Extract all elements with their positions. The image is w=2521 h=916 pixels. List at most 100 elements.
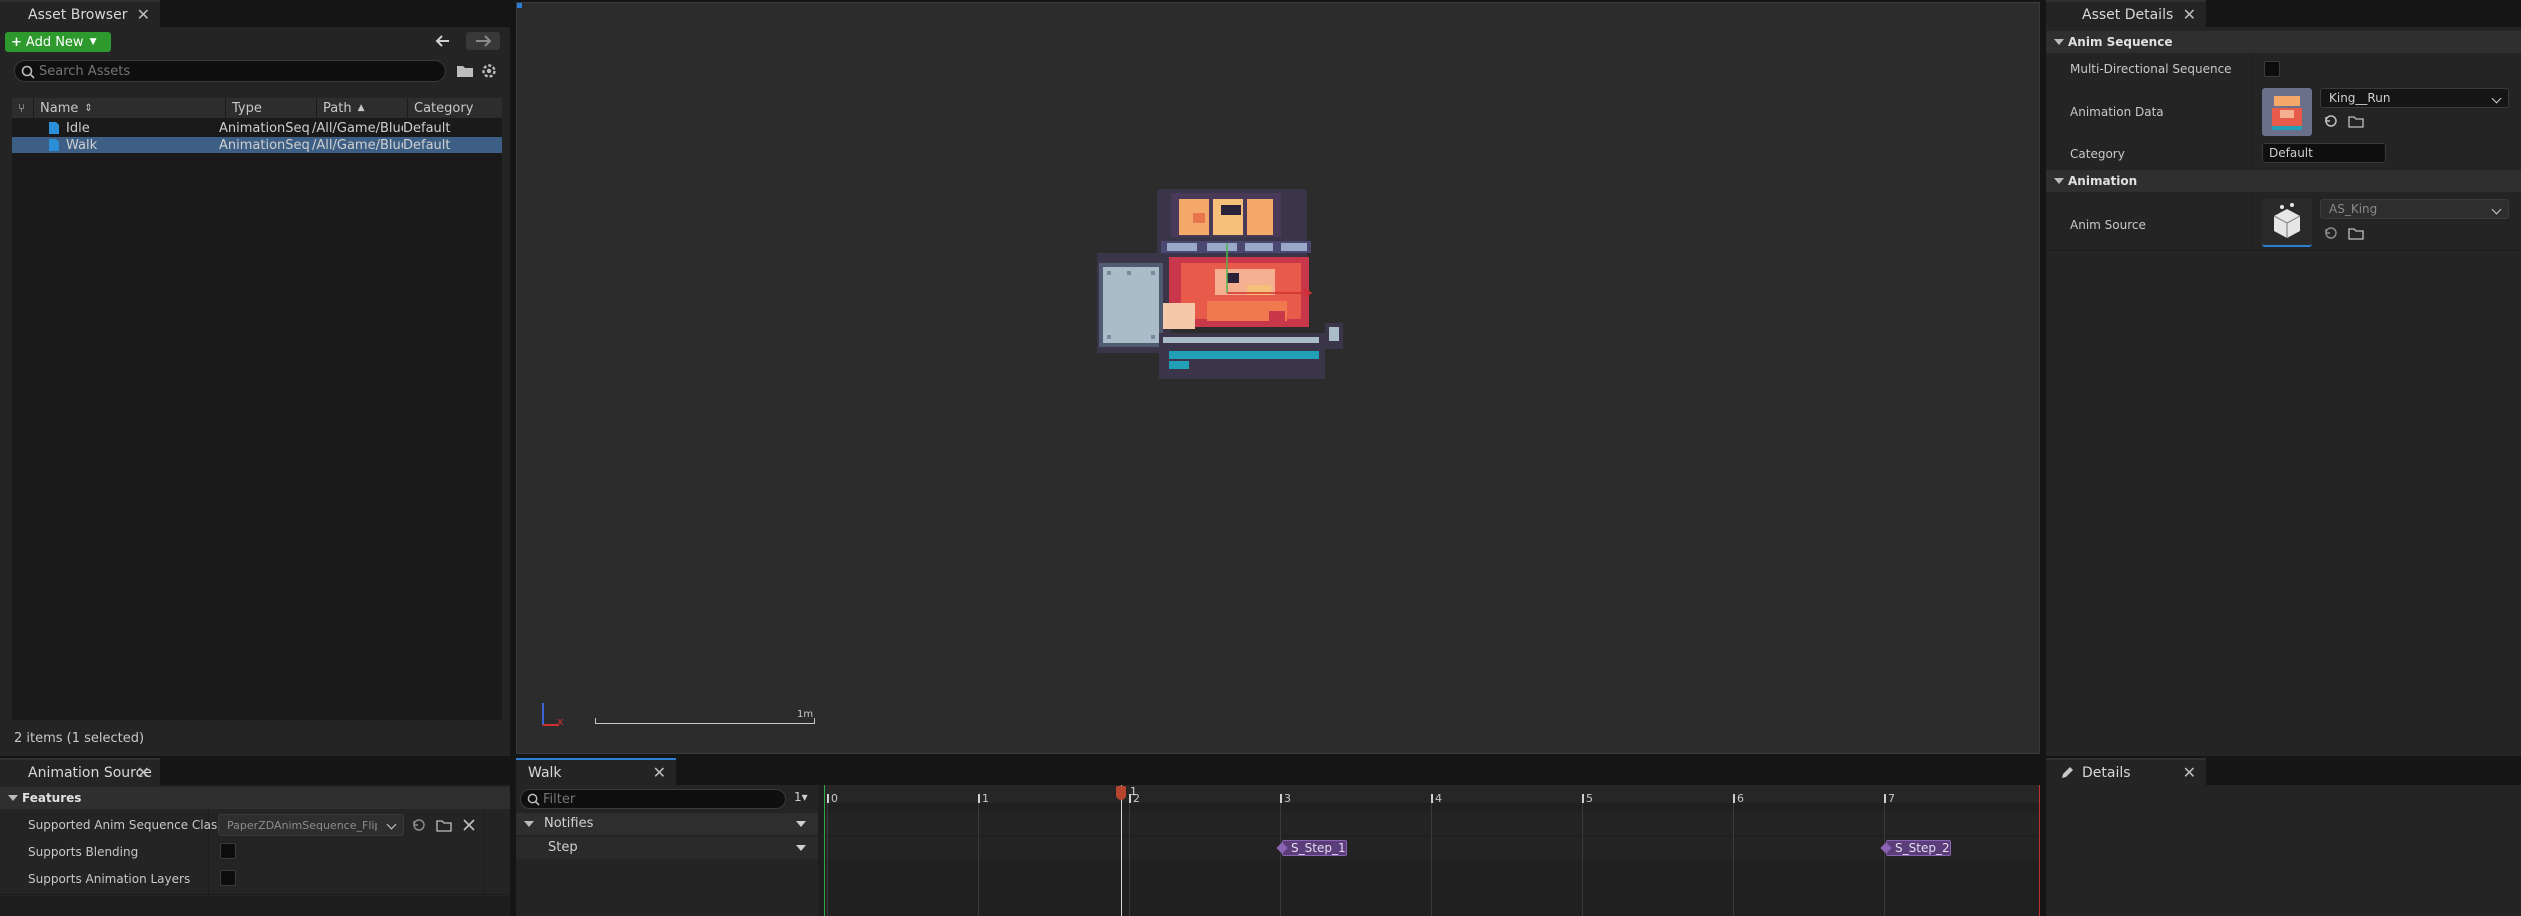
start-marker xyxy=(824,785,825,916)
section-anim-sequence[interactable]: Anim Sequence xyxy=(2046,31,2521,53)
reset-arrow-icon[interactable] xyxy=(2324,114,2338,128)
track-step[interactable]: Step xyxy=(516,837,818,859)
section-animation[interactable]: Animation xyxy=(2046,170,2521,192)
ruler-tick xyxy=(1280,794,1282,803)
row-type: AnimationSequence xyxy=(219,120,310,136)
row-divider xyxy=(0,894,510,895)
browse-folder-icon[interactable] xyxy=(436,818,452,832)
track-label: Step xyxy=(548,840,578,855)
reset-arrow-icon[interactable] xyxy=(2324,226,2338,240)
anim-source-label: Anim Source xyxy=(2070,218,2146,232)
ruler-tick-label: 4 xyxy=(1435,792,1442,805)
timeline-area[interactable]: 01234567 1 S_Step_1 S_Step_2 xyxy=(824,785,2040,916)
add-track-button[interactable]: 1▾ xyxy=(794,790,808,804)
column-name[interactable]: Name ⇕ xyxy=(34,98,226,118)
asset-details-tabbar: Asset Details ✕ xyxy=(2046,0,2521,27)
close-icon[interactable]: ✕ xyxy=(2183,763,2196,782)
supports-blending-label: Supports Blending xyxy=(28,845,139,859)
timeline-tabbar: Walk ✕ xyxy=(516,758,2040,785)
column-category[interactable]: Category xyxy=(408,98,502,118)
row-name: Idle xyxy=(66,120,90,136)
caret-down-icon xyxy=(8,795,18,801)
close-icon[interactable]: ✕ xyxy=(653,763,666,782)
search-icon xyxy=(527,793,540,806)
animation-data-thumbnail[interactable] xyxy=(2262,88,2312,136)
grid-line xyxy=(1884,803,1885,916)
caret-down-icon xyxy=(524,821,534,827)
add-new-button[interactable]: + Add New ▼ xyxy=(5,32,111,52)
tab-asset-browser[interactable]: Asset Browser ✕ xyxy=(0,0,160,27)
browse-folder-icon[interactable] xyxy=(2348,114,2364,128)
supports-layers-label: Supports Animation Layers xyxy=(28,872,191,886)
column-path[interactable]: Path ▲ xyxy=(317,98,408,118)
section-features[interactable]: Features xyxy=(0,787,510,809)
tab-details[interactable]: Details ✕ xyxy=(2046,758,2206,785)
viewport-panel[interactable]: x 1m xyxy=(516,2,2040,754)
row-path: /All/Game/Blueprints xyxy=(312,120,403,136)
anim-sequence-icon xyxy=(49,139,59,151)
filter-field[interactable] xyxy=(520,789,786,809)
dropdown-icon[interactable] xyxy=(796,845,806,851)
asset-details-panel: Asset Details ✕ Anim Sequence Multi-Dire… xyxy=(2046,0,2521,756)
category-field[interactable]: Default xyxy=(2262,143,2386,163)
grid-line xyxy=(1733,803,1734,916)
close-icon[interactable]: ✕ xyxy=(137,5,150,24)
tab-walk[interactable]: Walk ✕ xyxy=(516,758,676,785)
animation-source-panel: Animation Source ✕ Features Supported An… xyxy=(0,758,510,916)
supports-layers-checkbox[interactable] xyxy=(220,870,236,886)
notify-marker[interactable]: S_Step_2 xyxy=(1886,840,1951,856)
column-tree-toggle[interactable]: ⑂ xyxy=(12,98,34,118)
reset-arrow-icon[interactable] xyxy=(412,818,426,832)
animation-data-label: Animation Data xyxy=(2070,105,2164,119)
ruler-tick-label: 6 xyxy=(1737,792,1744,805)
notify-marker[interactable]: S_Step_1 xyxy=(1282,840,1347,856)
multi-directional-checkbox[interactable] xyxy=(2264,61,2280,77)
ruler-tick-label: 5 xyxy=(1586,792,1593,805)
asset-browser-panel: Asset Browser ✕ + Add New ▼ ⑂ Name⇕ Type… xyxy=(0,0,510,756)
column-type[interactable]: Type xyxy=(226,98,317,118)
anim-source-dropdown[interactable]: AS_King xyxy=(2320,199,2509,219)
supports-blending-checkbox[interactable] xyxy=(220,843,236,859)
chevron-down-icon xyxy=(386,819,397,830)
ruler-tick xyxy=(1733,794,1735,803)
grid-line xyxy=(1582,803,1583,916)
animation-data-dropdown[interactable]: King__Run xyxy=(2320,88,2509,108)
divider xyxy=(2252,54,2253,164)
close-icon[interactable]: ✕ xyxy=(137,763,150,782)
playhead-handle[interactable] xyxy=(1116,786,1126,800)
tab-asset-details[interactable]: Asset Details ✕ xyxy=(2046,0,2206,27)
clear-icon[interactable] xyxy=(462,818,476,832)
search-assets-input[interactable] xyxy=(39,63,445,79)
search-assets-field[interactable] xyxy=(14,60,446,82)
viewport-corner-marker xyxy=(517,3,522,8)
close-icon[interactable]: ✕ xyxy=(2183,5,2196,24)
track-list: 1▾ Notifies Step xyxy=(516,785,818,916)
forward-arrow-icon[interactable] xyxy=(466,32,500,50)
track-group-notifies[interactable]: Notifies xyxy=(516,813,818,835)
anim-sequence-icon xyxy=(49,122,59,134)
time-ruler[interactable]: 01234567 xyxy=(824,785,2040,805)
back-arrow-icon[interactable] xyxy=(434,32,452,50)
ruler-tick xyxy=(1431,794,1433,803)
ruler-tick-label: 3 xyxy=(1284,792,1291,805)
animation-source-tabbar: Animation Source ✕ xyxy=(0,758,510,785)
browse-folder-icon[interactable] xyxy=(2348,226,2364,240)
track-group-label: Notifies xyxy=(544,816,594,831)
folder-icon[interactable] xyxy=(456,63,474,79)
filter-input[interactable] xyxy=(543,791,785,807)
sort-ascending-icon: ▲ xyxy=(357,103,365,113)
tab-animation-source[interactable]: Animation Source ✕ xyxy=(0,758,160,785)
plus-icon: + xyxy=(11,34,22,50)
table-row-selected[interactable]: Walk AnimationSequence /All/Game/Bluepri… xyxy=(12,137,502,153)
playhead[interactable] xyxy=(1121,785,1122,916)
ruler-tick-label: 7 xyxy=(1888,792,1895,805)
dropdown-icon[interactable] xyxy=(796,821,806,827)
anim-source-thumbnail[interactable] xyxy=(2262,199,2312,247)
table-row[interactable]: Idle AnimationSequence /All/Game/Bluepri… xyxy=(12,120,502,136)
settings-gear-icon[interactable] xyxy=(480,62,498,80)
tree-icon: ⑂ xyxy=(18,101,26,115)
details-panel: Details ✕ xyxy=(2046,758,2521,916)
supported-class-dropdown[interactable]: PaperZDAnimSequence_Flipbook xyxy=(218,814,404,836)
sprite-preview xyxy=(1097,189,1343,379)
chevron-down-icon xyxy=(2491,204,2502,215)
